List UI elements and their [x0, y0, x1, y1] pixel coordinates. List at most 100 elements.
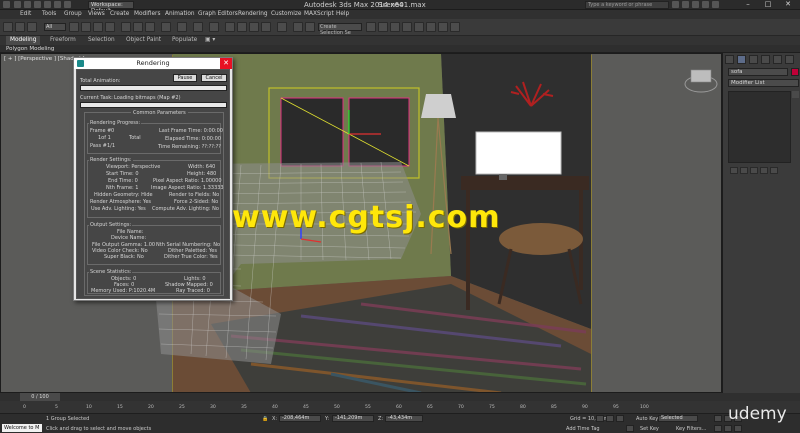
tab-selection[interactable]: Selection	[88, 37, 115, 43]
mirror-icon[interactable]	[293, 22, 303, 32]
search-input[interactable]: Type a keyword or phrase	[585, 1, 669, 9]
pan-icon[interactable]	[724, 425, 732, 432]
percent-snap-icon[interactable]	[249, 22, 259, 32]
keyboard-shortcut-icon[interactable]	[209, 22, 219, 32]
edit-named-selection-icon[interactable]	[277, 22, 287, 32]
add-time-tag[interactable]: Add Time Tag	[566, 426, 600, 432]
maxscript-listener[interactable]: Welcome to M	[2, 424, 42, 432]
search-icon[interactable]	[672, 1, 679, 8]
workspace-dropdown[interactable]: Workspace: Default	[88, 1, 134, 14]
menu-customize[interactable]: Customize	[271, 11, 301, 17]
tab-modeling[interactable]: Modeling	[6, 36, 41, 45]
zoom-icon[interactable]	[714, 415, 722, 422]
layer-manager-icon[interactable]	[366, 22, 376, 32]
move-icon[interactable]	[121, 22, 131, 32]
menu-tools[interactable]: Tools	[42, 11, 56, 17]
menu-views[interactable]: Views	[88, 11, 105, 17]
undo-icon[interactable]	[44, 1, 51, 8]
create-tab-icon[interactable]	[725, 55, 734, 64]
subscription-icon[interactable]	[682, 1, 689, 8]
app-logo-icon[interactable]	[3, 1, 10, 8]
selection-region-icon[interactable]	[93, 22, 103, 32]
modify-tab-icon[interactable]	[737, 55, 746, 64]
previous-frame-icon[interactable]	[606, 415, 614, 422]
angle-snap-icon[interactable]	[237, 22, 247, 32]
save-icon[interactable]	[34, 1, 41, 8]
minimize-button[interactable]: –	[738, 0, 758, 9]
align-icon[interactable]	[305, 22, 315, 32]
ribbon-options-icon[interactable]: ▣ ▾	[205, 37, 215, 43]
go-to-start-icon[interactable]	[596, 415, 604, 422]
remove-modifier-icon[interactable]	[760, 167, 768, 174]
menu-graph-editors[interactable]: Graph Editors	[198, 11, 238, 17]
pin-stack-icon[interactable]	[730, 167, 738, 174]
render-setup-icon[interactable]	[426, 22, 436, 32]
play-icon[interactable]	[616, 415, 624, 422]
set-key-button[interactable]: Set Key	[640, 426, 659, 432]
help-icon[interactable]	[712, 1, 719, 8]
menu-animation[interactable]: Animation	[165, 11, 195, 17]
close-button[interactable]: ✕	[778, 0, 798, 9]
redo-icon[interactable]	[54, 1, 61, 8]
communication-icon[interactable]	[692, 1, 699, 8]
maximize-button[interactable]: □	[758, 0, 778, 9]
tab-object-paint[interactable]: Object Paint	[126, 37, 161, 43]
modifier-list-dropdown[interactable]: Modifier List	[728, 79, 799, 87]
hierarchy-tab-icon[interactable]	[749, 55, 758, 64]
track-bar[interactable]: 0 5 10 15 20 25 30 35 40 45 50 55 60 65 …	[0, 401, 800, 413]
new-icon[interactable]	[14, 1, 21, 8]
object-name-field[interactable]: sofa	[728, 68, 788, 76]
y-coordinate-field[interactable]: -141,209m	[332, 415, 374, 422]
x-coordinate-field[interactable]: -208,464m	[279, 415, 321, 422]
selection-set-key-dropdown[interactable]: Selected	[658, 415, 698, 422]
tab-freeform[interactable]: Freeform	[50, 37, 76, 43]
render-production-icon[interactable]	[450, 22, 460, 32]
selection-set-dropdown[interactable]: Create Selection Se	[318, 23, 362, 36]
selection-filter-dropdown[interactable]: All	[44, 23, 66, 31]
make-unique-icon[interactable]	[750, 167, 758, 174]
orbit-icon[interactable]	[734, 425, 742, 432]
tab-populate[interactable]: Populate	[172, 37, 197, 43]
favorites-icon[interactable]	[702, 1, 709, 8]
schematic-view-icon[interactable]	[402, 22, 412, 32]
z-coordinate-field[interactable]: -43,434m	[385, 415, 423, 422]
select-object-icon[interactable]	[69, 22, 79, 32]
key-mode-icon[interactable]	[626, 425, 634, 432]
motion-tab-icon[interactable]	[761, 55, 770, 64]
show-end-result-icon[interactable]	[740, 167, 748, 174]
modifier-stack[interactable]	[728, 91, 791, 163]
polygon-modeling-label[interactable]: Polygon Modeling	[6, 45, 54, 53]
dialog-close-button[interactable]: ✕	[220, 58, 232, 69]
stack-scroll-icon[interactable]	[792, 91, 799, 98]
lock-selection-icon[interactable]: 🔒	[262, 416, 268, 422]
rotate-icon[interactable]	[133, 22, 143, 32]
redo-toolbar-icon[interactable]	[15, 22, 25, 32]
time-slider[interactable]: 0 / 100	[20, 393, 60, 401]
undo-toolbar-icon[interactable]	[3, 22, 13, 32]
scale-icon[interactable]	[145, 22, 155, 32]
auto-key-button[interactable]: Auto Key	[636, 416, 658, 422]
cancel-button[interactable]: Cancel	[201, 74, 227, 82]
project-folder-icon[interactable]	[64, 1, 71, 8]
spinner-snap-icon[interactable]	[261, 22, 271, 32]
curve-editor-icon[interactable]	[390, 22, 400, 32]
menu-help[interactable]: Help	[336, 11, 349, 17]
material-editor-icon[interactable]	[414, 22, 424, 32]
window-crossing-icon[interactable]	[105, 22, 115, 32]
menu-create[interactable]: Create	[110, 11, 129, 17]
menu-modifiers[interactable]: Modifiers	[134, 11, 160, 17]
display-tab-icon[interactable]	[773, 55, 782, 64]
rendered-frame-window-icon[interactable]	[438, 22, 448, 32]
field-of-view-icon[interactable]	[714, 425, 722, 432]
menu-rendering[interactable]: Rendering	[238, 11, 268, 17]
menu-maxscript[interactable]: MAXScript	[304, 11, 334, 17]
menu-edit[interactable]: Edit	[20, 11, 31, 17]
open-icon[interactable]	[24, 1, 31, 8]
menu-group[interactable]: Group	[64, 11, 82, 17]
key-filters-button[interactable]: Key Filters...	[676, 426, 706, 432]
select-manipulate-icon[interactable]	[193, 22, 203, 32]
pivot-center-icon[interactable]	[177, 22, 187, 32]
pause-button[interactable]: Pause	[173, 74, 197, 82]
snaps-toggle-icon[interactable]	[225, 22, 235, 32]
link-icon[interactable]	[27, 22, 37, 32]
